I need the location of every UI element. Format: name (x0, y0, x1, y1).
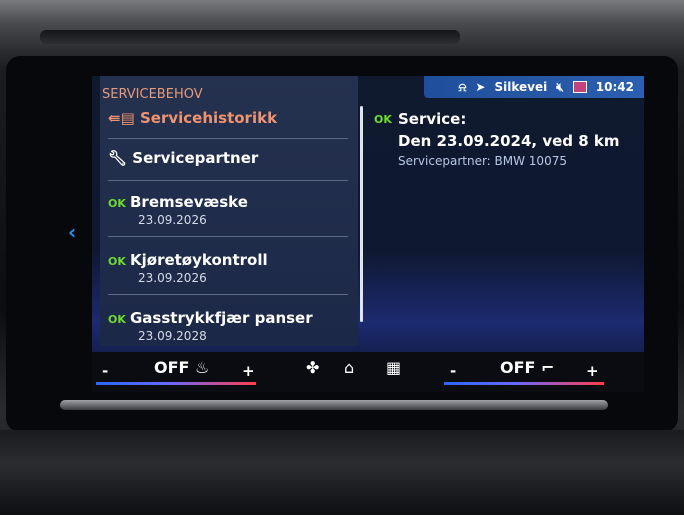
list-item-date: 23.09.2026 (138, 271, 207, 285)
ok-badge: OK (108, 313, 126, 326)
speaker-muted-icon: 🔇︎ (556, 79, 564, 94)
media-thumbnail-icon (572, 81, 587, 93)
list-item-label: Servicehistorikk (139, 109, 278, 127)
climate-bar: - OFF ♨ + ✤ ⌂ ▦ - OFF ⌐ + (92, 352, 644, 392)
fan-icon[interactable]: ✤ (306, 358, 319, 377)
list-item-label: Gasstrykkfjær panser (130, 309, 313, 327)
detail-title: Service: (398, 110, 467, 128)
list-item-servicepartner[interactable]: 🔧︎ Servicepartner (108, 148, 348, 167)
air-vent (0, 0, 684, 56)
list-item-bremsevaeske[interactable]: OK Bremsevæske 23.09.2026 (108, 192, 348, 227)
left-seat-heat-label: OFF (154, 358, 190, 377)
ok-badge: OK (374, 113, 392, 126)
seat-icon: ⌐ (535, 358, 555, 377)
status-bar: ⍾ ➤ Silkevei 🔇︎ 10:42 (424, 76, 644, 98)
list-item-date: 23.09.2028 (138, 329, 207, 343)
right-seat-heat-minus-button[interactable]: - (450, 362, 456, 380)
center-console (0, 430, 684, 515)
left-seat-heat-plus-button[interactable]: + (242, 362, 255, 380)
left-seat-heat-value[interactable]: OFF ♨ (154, 358, 209, 377)
infotainment-screen: ⍾ ➤ Silkevei 🔇︎ 10:42 SERVICEBEHOV ⇚▤ Se… (92, 76, 644, 392)
service-list-panel: SERVICEBEHOV ⇚▤ Servicehistorikk 🔧︎ Serv… (100, 76, 358, 346)
divider (108, 138, 348, 139)
left-seat-heat-minus-button[interactable]: - (102, 362, 108, 380)
list-item-label: Bremsevæske (130, 193, 248, 211)
home-icon[interactable]: ⌂ (344, 358, 354, 377)
notification-icon: ⍾ (458, 79, 467, 94)
wrench-icon: 🔧︎ (108, 149, 133, 167)
clock: 10:42 (595, 80, 634, 94)
list-item-servicehistorikk[interactable]: ⇚▤ Servicehistorikk (108, 108, 348, 127)
list-item-gasstrykkfjaer[interactable]: OK Gasstrykkfjær panser 23.09.2028 (108, 308, 348, 343)
vent-slot (40, 30, 460, 44)
list-item-kjoretoykontroll[interactable]: OK Kjøretøykontroll 23.09.2026 (108, 250, 348, 285)
list-item-label: Kjøretøykontroll (130, 251, 268, 269)
ok-badge: OK (108, 255, 126, 268)
detail-partner: Servicepartner: BMW 10075 (398, 154, 567, 168)
left-seat-heat-bar (96, 382, 256, 385)
chrome-trim (60, 400, 608, 410)
page-title: SERVICEBEHOV (102, 87, 203, 102)
destination-label: Silkevei (494, 80, 548, 94)
list-item-label: Servicepartner (132, 149, 259, 167)
divider (108, 180, 348, 181)
scrollbar[interactable] (360, 106, 363, 322)
service-history-icon: ⇚▤ (108, 109, 140, 127)
list-item-date: 23.09.2026 (138, 213, 207, 227)
seat-heat-icon: ♨ (189, 358, 210, 377)
divider (108, 236, 348, 237)
ok-badge: OK (108, 197, 126, 210)
right-seat-heat-bar (444, 382, 604, 385)
apps-grid-icon[interactable]: ▦ (386, 358, 401, 377)
right-seat-heat-label: OFF (500, 358, 536, 377)
detail-date: Den 23.09.2024, ved 8 km (398, 132, 620, 150)
right-seat-heat-plus-button[interactable]: + (586, 362, 599, 380)
chevron-left-icon[interactable]: ‹ (68, 220, 76, 244)
right-seat-heat-value[interactable]: OFF ⌐ (500, 358, 554, 377)
divider (108, 294, 348, 295)
navigation-arrow-icon: ➤ (475, 80, 486, 94)
